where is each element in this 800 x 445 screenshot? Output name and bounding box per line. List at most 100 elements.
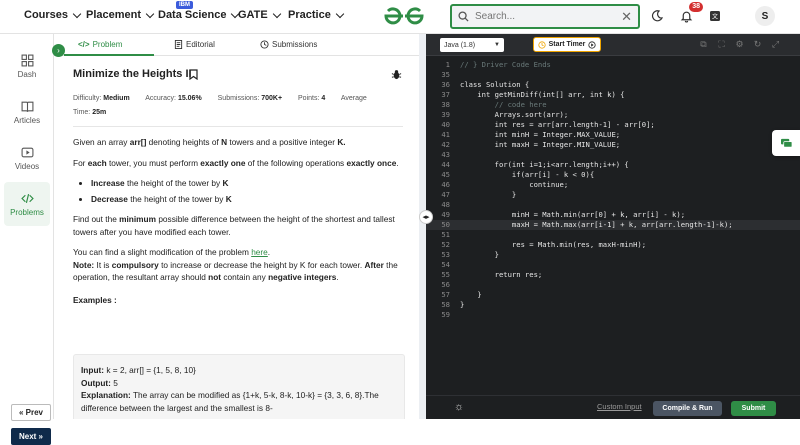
list-item: Decrease the height of the tower by K [91,193,403,206]
svg-text:文: 文 [712,13,718,21]
notification-count-badge: 38 [689,2,703,12]
tab-editorial[interactable]: Editorial [174,40,215,49]
fullscreen-icon[interactable]: ⛶ [716,39,727,50]
ibm-badge: IBM [176,1,193,9]
code-line[interactable]: 49 minH = Math.min(arr[0] + k, arr[i] - … [426,210,800,220]
code-line[interactable]: 57 } [426,290,800,300]
code-line[interactable]: 48 [426,200,800,210]
code-line[interactable]: 50 maxH = Math.max(arr[i-1] + k, arr[arr… [426,220,800,230]
nav-placement-label: Placement [86,9,142,21]
nav-placement[interactable]: Placement [86,9,155,21]
code-line[interactable]: 35 [426,70,800,80]
sidebar-item-problems[interactable]: Problems [4,182,50,226]
book-icon [21,101,33,112]
line-number: 42 [441,140,450,149]
nav-practice[interactable]: Practice [288,9,345,21]
start-timer-button[interactable]: Start Timer [533,37,601,52]
tab-editorial-label: Editorial [186,40,215,49]
code-line[interactable]: 41 int minH = Integer.MAX_VALUE; [426,130,800,140]
bell-icon [680,11,692,23]
translate-button[interactable]: 文 [704,5,726,27]
accuracy-stat: Accuracy: 15.06% [145,95,202,102]
settings-icon[interactable]: ⚙ [734,39,745,50]
prev-problem-button[interactable]: « Prev [11,404,51,421]
problem-panel: </> Problem Editorial Submissions Minimi… [54,34,419,419]
sidebar-item-articles[interactable]: Articles [4,90,50,134]
custom-input-link[interactable]: Custom Input [597,402,642,411]
sidebar-item-dash[interactable]: Dash [4,44,50,88]
nav-data-science[interactable]: Data Science [158,9,240,21]
note-paragraph: Note: It is compulsory to increase or de… [73,259,398,283]
modification-link[interactable]: here [251,247,268,257]
code-text: class Solution { [460,80,530,89]
average-time-label: Average [340,95,367,102]
code-line[interactable]: 45 if(arr[i] - k < 0){ [426,170,800,180]
code-line[interactable]: 1 // } Driver Code Ends [426,60,800,70]
code-line[interactable]: 59 [426,310,800,320]
play-icon [588,40,597,49]
code-line[interactable]: 44 for(int i=1;i<arr.length;i++) { [426,160,800,170]
collapse-sidebar-icon[interactable]: › [52,44,65,57]
code-line[interactable]: 53 } [426,250,800,260]
code-line[interactable]: 39 Arrays.sort(arr); [426,110,800,120]
line-number: 48 [441,200,450,209]
code-area[interactable]: 1 // } Driver Code Ends 35 36 class Solution… [426,56,800,376]
expand-icon[interactable]: ⤢ [770,39,781,50]
next-problem-button[interactable]: Next » [11,428,51,445]
code-line[interactable]: 54 [426,260,800,270]
bug-report-icon[interactable] [391,69,402,80]
copy-icon[interactable]: ⧉ [698,39,709,50]
line-number: 52 [441,240,450,249]
code-line[interactable]: 43 [426,150,800,160]
line-number: 58 [441,300,450,309]
chat-button[interactable] [772,130,800,156]
tab-submissions[interactable]: Submissions [260,40,317,49]
code-line[interactable]: 38 // code here [426,100,800,110]
tab-problem[interactable]: </> Problem [78,40,122,49]
line-number: 47 [441,190,450,199]
bookmark-icon[interactable] [189,69,198,80]
code-line[interactable]: 51 [426,230,800,240]
theme-toggle-button[interactable] [646,5,668,27]
code-line[interactable]: 56 [426,280,800,290]
code-line[interactable]: 58} [426,300,800,310]
code-line[interactable]: 42 int maxH = Integer.MIN_VALUE; [426,140,800,150]
chevron-down-icon: ▼ [494,42,500,48]
sidebar-item-videos[interactable]: Videos [4,136,50,180]
lightbulb-icon[interactable]: ☼ [454,401,464,413]
chevron-down-icon [335,9,345,18]
gfg-logo-icon[interactable] [382,5,426,27]
code-line[interactable]: 47 } [426,190,800,200]
code-text: } [460,300,465,309]
editor-toolbar: Java (1.8) ▼ Start Timer ⧉ ⛶ ⚙ ↻ ⤢ [426,34,800,56]
code-text: } [460,190,517,199]
nav-courses[interactable]: Courses [24,9,82,21]
code-line[interactable]: 55 return res; [426,270,800,280]
code-line[interactable]: 40 int res = arr[arr.length-1] - arr[0]; [426,120,800,130]
code-line[interactable]: 36 class Solution { [426,80,800,90]
line-number: 45 [441,170,450,179]
search-icon [458,11,469,22]
search-input[interactable] [475,11,622,22]
compile-run-button[interactable]: Compile & Run [653,401,722,416]
language-select-value: Java (1.8) [444,41,476,49]
chevron-down-icon [272,9,281,18]
code-line[interactable]: 37 int getMinDiff(int[] arr, int k) { [426,90,800,100]
search-box[interactable]: ✕ [450,4,640,29]
code-line[interactable]: 46 continue; [426,180,800,190]
language-select[interactable]: Java (1.8) ▼ [440,38,504,52]
clear-search-icon[interactable]: ✕ [621,9,632,25]
reset-icon[interactable]: ↻ [752,39,763,50]
user-avatar[interactable]: S [755,6,775,26]
nav-gate[interactable]: GATE [238,9,281,21]
code-text: int res = arr[arr.length-1] - arr[0]; [460,120,655,129]
notifications-button[interactable]: 38 [675,2,703,27]
code-line[interactable]: 52 res = Math.min(res, maxH-minH); [426,240,800,250]
line-number: 39 [441,110,450,119]
line-number: 59 [441,310,450,319]
sidebar-item-label: Videos [14,161,40,171]
submit-button[interactable]: Submit [731,401,776,416]
panel-splitter[interactable] [419,34,426,419]
code-text: maxH = Math.max(arr[i-1] + k, arr[arr.le… [460,220,733,229]
resize-handle-icon[interactable]: ◂▸ [419,210,433,224]
